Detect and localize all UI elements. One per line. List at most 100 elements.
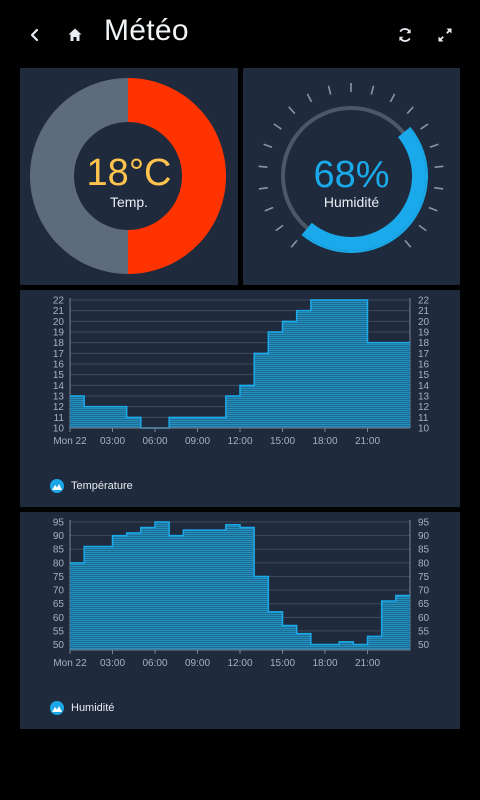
home-button[interactable] [60, 20, 90, 50]
y-tick-label-right: 12 [418, 402, 430, 413]
x-tick-label: 12:00 [227, 436, 252, 447]
y-tick-label-right: 19 [418, 328, 430, 339]
x-tick-label: 06:00 [142, 658, 167, 669]
x-tick-label: Mon 22 [53, 658, 87, 669]
y-tick-label-right: 70 [418, 586, 430, 597]
y-tick-label-right: 95 [418, 518, 430, 529]
y-tick-label-right: 17 [418, 349, 430, 360]
y-tick-label-right: 11 [418, 413, 429, 424]
y-tick-label-left: 85 [53, 545, 65, 556]
temperature-chart-tile[interactable]: 10 10 11 11 12 12 13 13 14 14 15 15 16 16 17 17 18 18 19 19… [20, 290, 460, 507]
gauge-tick [429, 143, 439, 149]
x-tick-label: 06:00 [142, 436, 167, 447]
humidity-value: 68% [313, 154, 390, 196]
y-tick-label-right: 55 [418, 626, 430, 637]
x-tick-label: 09:00 [185, 658, 210, 669]
home-icon [68, 28, 82, 41]
y-tick-label-right: 14 [418, 381, 430, 392]
temperature-gauge-tile[interactable]: 18°C Temp. [20, 68, 238, 285]
y-tick-label-left: 15 [53, 370, 65, 381]
x-tick-label: 21:00 [355, 658, 380, 669]
gauge-tick [263, 143, 273, 149]
y-tick-label-left: 55 [53, 626, 65, 637]
temperature-chart: 10 1011 1112 1213 1314 1415 1516 1617 1718 1819 19… [53, 296, 430, 448]
y-tick-label-right: 50 [418, 640, 430, 651]
y-tick-label-left: 19 [53, 328, 65, 339]
gauge-tick [327, 85, 332, 95]
y-tick-label-left: 17 [53, 349, 65, 360]
y-tick-label-right: 65 [418, 599, 430, 610]
y-tick-label-left: 11 [54, 413, 65, 424]
gauge-tick [404, 239, 412, 248]
area-chart-icon [50, 701, 64, 715]
gauge-tick [275, 224, 284, 232]
gauge-tick [418, 224, 427, 232]
x-tick-label: 18:00 [312, 436, 337, 447]
y-tick-label-right: 75 [418, 572, 430, 583]
humidity-chart-tile[interactable]: 50 50 55 55 60 60 65 65 70 70 75 75 80 80 85 85 90 90 95 95… [20, 512, 460, 729]
gauge-tick [273, 123, 282, 130]
y-tick-label-left: 13 [53, 392, 65, 403]
x-tick-label: Mon 22 [53, 436, 87, 447]
y-tick-label-left: 70 [53, 586, 65, 597]
y-tick-label-right: 10 [418, 424, 430, 435]
y-tick-label-right: 90 [418, 531, 430, 542]
refresh-button[interactable] [390, 20, 420, 50]
y-tick-label-left: 12 [53, 402, 65, 413]
y-tick-label-right: 22 [418, 296, 430, 307]
y-tick-label-right: 60 [418, 613, 430, 624]
back-button[interactable] [20, 20, 50, 50]
gauge-tick [306, 93, 313, 103]
y-tick-label-left: 50 [53, 640, 65, 651]
y-tick-label-right: 20 [418, 317, 430, 328]
y-tick-label-right: 13 [418, 392, 430, 403]
x-tick-label: 03:00 [100, 436, 125, 447]
y-tick-label-right: 15 [418, 370, 430, 381]
y-tick-label-right: 16 [418, 360, 430, 371]
app-header: Météo [0, 0, 480, 68]
gauge-tick [290, 239, 298, 248]
y-tick-label-left: 90 [53, 531, 65, 542]
humidity-gauge-tile[interactable]: 68% Humidité [243, 68, 460, 285]
y-tick-label-left: 60 [53, 613, 65, 624]
back-arrow-icon [30, 28, 39, 42]
refresh-icon [399, 28, 411, 42]
x-tick-label: 15:00 [270, 658, 295, 669]
temperature-label: Temp. [109, 194, 149, 210]
x-tick-label: 09:00 [185, 436, 210, 447]
x-tick-label: 15:00 [270, 436, 295, 447]
y-tick-label-left: 20 [53, 317, 65, 328]
gauge-tick [389, 93, 396, 103]
y-tick-label-right: 21 [418, 306, 430, 317]
y-tick-label-left: 10 [53, 424, 65, 435]
y-tick-label-left: 95 [53, 518, 65, 529]
y-tick-label-right: 80 [418, 558, 430, 569]
fullscreen-icon [438, 28, 452, 42]
humidity-chart: 50 50 55 55 60 60 65 65 70 70 75 75 80 80 85 85 90 90 95 95… [53, 518, 430, 670]
y-tick-label-left: 22 [53, 296, 65, 307]
y-tick-label-left: 65 [53, 599, 65, 610]
humidity-legend-label: Humidité [71, 702, 115, 714]
temperature-legend-label: Température [71, 480, 133, 492]
humidity-legend[interactable]: Humidité [50, 701, 114, 715]
y-tick-label-left: 16 [53, 360, 65, 371]
y-tick-label-left: 14 [53, 381, 65, 392]
page-title: Météo [104, 14, 189, 47]
gauge-tick [288, 106, 296, 115]
y-tick-label-left: 75 [53, 572, 65, 583]
y-tick-label-left: 80 [53, 558, 65, 569]
humidity-label: Humidité [323, 194, 380, 210]
y-tick-label-right: 18 [418, 338, 430, 349]
temperature-value: 18°C [86, 152, 172, 194]
x-tick-label: 21:00 [355, 436, 380, 447]
x-tick-label: 12:00 [227, 658, 252, 669]
x-tick-label: 03:00 [100, 658, 125, 669]
gauge-tick [420, 123, 429, 130]
temperature-legend[interactable]: Température [50, 479, 133, 493]
fullscreen-button[interactable] [430, 20, 460, 50]
y-tick-label-left: 21 [53, 306, 65, 317]
y-tick-label-right: 85 [418, 545, 430, 556]
gauge-tick [406, 106, 414, 115]
x-tick-label: 18:00 [312, 658, 337, 669]
gauge-tick [370, 85, 375, 95]
